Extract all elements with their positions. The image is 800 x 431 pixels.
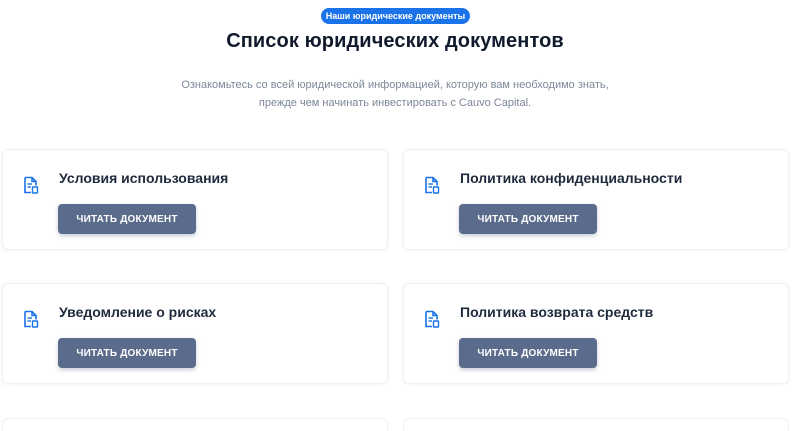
document-title: Условия использования	[59, 170, 229, 186]
document-card-partial-right	[403, 418, 789, 431]
document-icon	[23, 310, 39, 328]
document-card-terms: Условия использования ЧИТАТЬ ДОКУМЕНТ	[2, 149, 388, 250]
document-icon	[23, 176, 39, 194]
document-title: Уведомление о рисках	[59, 304, 217, 320]
read-document-button[interactable]: ЧИТАТЬ ДОКУМЕНТ	[459, 204, 597, 234]
section-badge: Наши юридические документы	[321, 8, 470, 24]
document-card-partial-left	[2, 418, 388, 431]
document-icon	[424, 176, 440, 194]
read-document-button[interactable]: ЧИТАТЬ ДОКУМЕНТ	[58, 338, 196, 368]
document-card-privacy: Политика конфиденциальности ЧИТАТЬ ДОКУМ…	[403, 149, 789, 250]
page-title: Список юридических документов	[226, 30, 564, 52]
document-card-risk: Уведомление о рисках ЧИТАТЬ ДОКУМЕНТ	[2, 283, 388, 384]
document-title: Политика возврата средств	[460, 304, 654, 320]
read-document-button[interactable]: ЧИТАТЬ ДОКУМЕНТ	[459, 338, 597, 368]
document-card-refund: Политика возврата средств ЧИТАТЬ ДОКУМЕН…	[403, 283, 789, 384]
read-document-button[interactable]: ЧИТАТЬ ДОКУМЕНТ	[58, 204, 196, 234]
page-subtitle: Ознакомьтесь со всей юридической информа…	[181, 79, 609, 109]
document-title: Политика конфиденциальности	[460, 170, 683, 186]
document-icon	[424, 310, 440, 328]
